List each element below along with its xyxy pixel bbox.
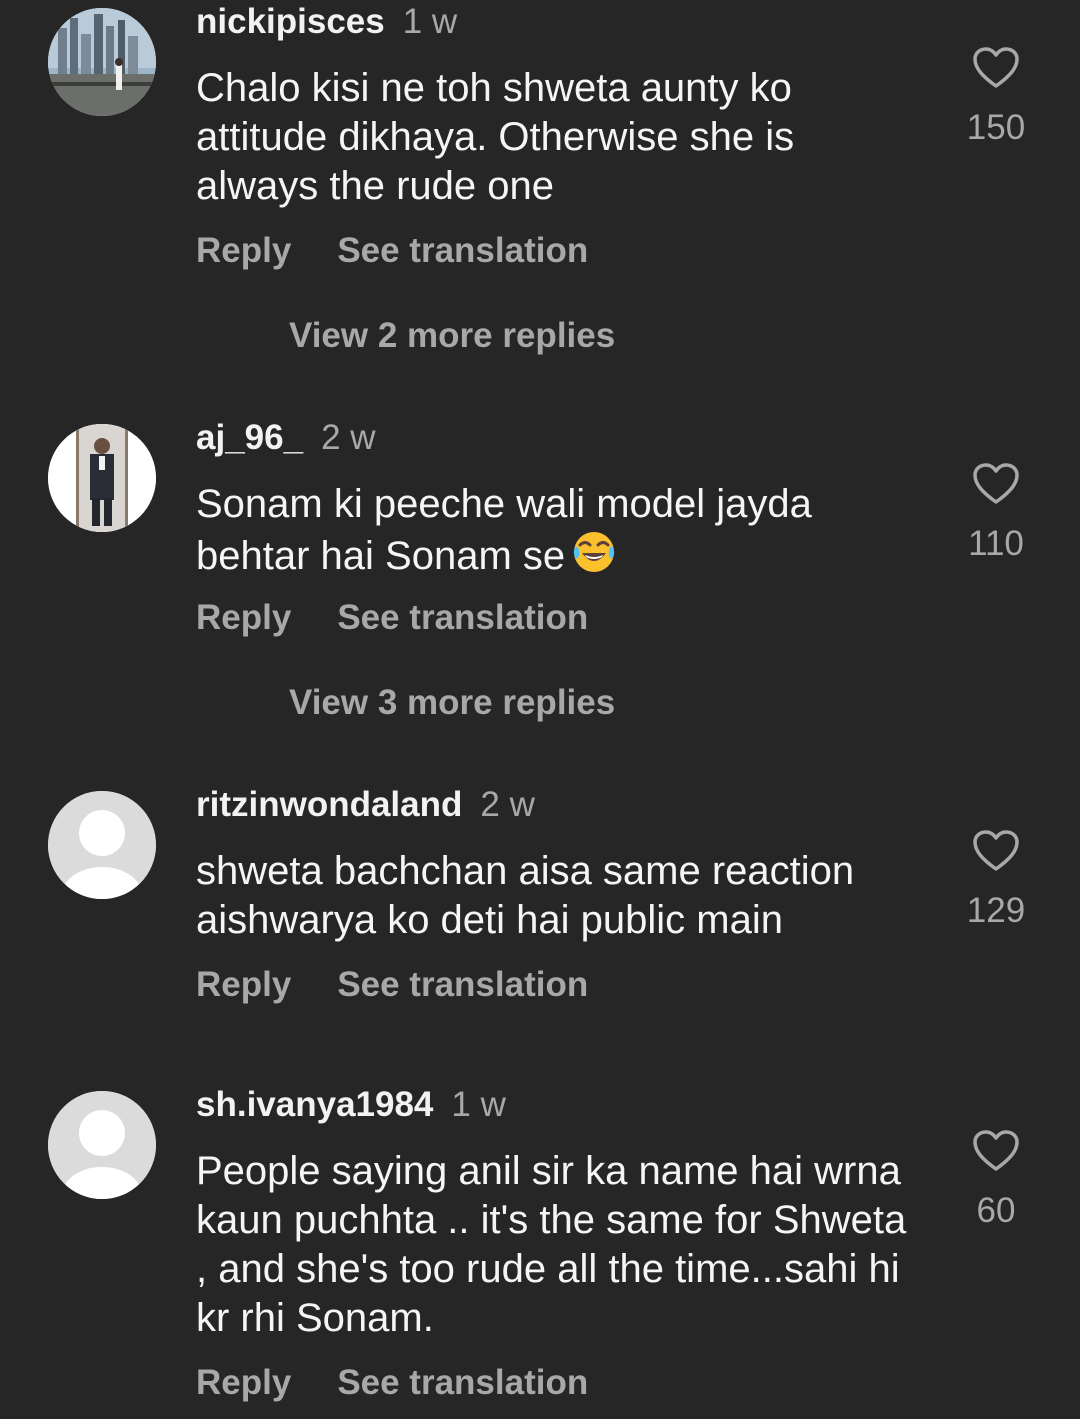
person-in-suit-avatar bbox=[48, 424, 156, 532]
reply-button[interactable]: Reply bbox=[196, 598, 291, 637]
view-replies-button[interactable]: View 3 more replies bbox=[289, 683, 615, 723]
username[interactable]: sh.ivanya1984 bbox=[196, 1085, 433, 1124]
default-avatar-icon bbox=[48, 791, 156, 899]
comment-text: shweta bachchan aisa same reaction aishw… bbox=[196, 849, 855, 942]
comment-time: 1 w bbox=[451, 1085, 506, 1124]
like-group: 60 bbox=[940, 1129, 1052, 1231]
avatar[interactable] bbox=[48, 791, 156, 899]
comment-time: 2 w bbox=[480, 785, 535, 824]
reply-button[interactable]: Reply bbox=[196, 1363, 291, 1402]
reply-button[interactable]: Reply bbox=[196, 231, 291, 270]
comment-header: ritzinwondaland 2 w bbox=[196, 785, 535, 825]
comment-header: nickipisces 1 w bbox=[196, 2, 457, 42]
default-avatar-icon bbox=[48, 1091, 156, 1199]
comment-text: Chalo kisi ne toh shweta aunty ko attitu… bbox=[196, 66, 795, 208]
see-translation-button[interactable]: See translation bbox=[337, 965, 588, 1004]
reply-button[interactable]: Reply bbox=[196, 965, 291, 1004]
like-count: 150 bbox=[966, 108, 1026, 147]
comment-actions: Reply See translation bbox=[196, 1363, 588, 1403]
avatar[interactable] bbox=[48, 1091, 156, 1199]
avatar[interactable] bbox=[48, 424, 156, 532]
comment-text: Sonam ki peeche wali model jayda behtar … bbox=[196, 480, 916, 581]
username[interactable]: aj_96_ bbox=[196, 418, 303, 457]
comment-text-content: Sonam ki peeche wali model jayda behtar … bbox=[196, 482, 812, 578]
comment-header: aj_96_ 2 w bbox=[196, 418, 376, 458]
username[interactable]: ritzinwondaland bbox=[196, 785, 462, 824]
heart-icon[interactable] bbox=[972, 46, 1020, 90]
comment-text: People saying anil sir ka name hai wrna … bbox=[196, 1149, 907, 1340]
comment-header: sh.ivanya1984 1 w bbox=[196, 1085, 506, 1125]
like-group: 129 bbox=[940, 829, 1052, 931]
face-with-tears-of-joy-icon bbox=[574, 532, 615, 572]
like-count: 60 bbox=[976, 1191, 1016, 1230]
heart-icon[interactable] bbox=[972, 1129, 1020, 1173]
like-count: 129 bbox=[966, 891, 1026, 930]
comment-time: 1 w bbox=[402, 2, 458, 41]
heart-icon[interactable] bbox=[972, 462, 1020, 506]
view-replies-button[interactable]: View 2 more replies bbox=[289, 316, 615, 356]
see-translation-button[interactable]: See translation bbox=[337, 231, 588, 270]
username[interactable]: nickipisces bbox=[196, 2, 385, 41]
see-translation-button[interactable]: See translation bbox=[337, 598, 588, 637]
like-group: 110 bbox=[940, 462, 1052, 564]
like-count: 110 bbox=[968, 524, 1024, 563]
heart-icon[interactable] bbox=[972, 829, 1020, 873]
avatar[interactable] bbox=[48, 8, 156, 116]
comment-time: 2 w bbox=[321, 418, 376, 457]
comment-actions: Reply See translation bbox=[196, 598, 588, 638]
city-photo-avatar bbox=[48, 8, 156, 116]
comment-actions: Reply See translation bbox=[196, 231, 588, 271]
see-translation-button[interactable]: See translation bbox=[337, 1363, 588, 1402]
comment-actions: Reply See translation bbox=[196, 965, 588, 1005]
like-group: 150 bbox=[940, 46, 1052, 148]
